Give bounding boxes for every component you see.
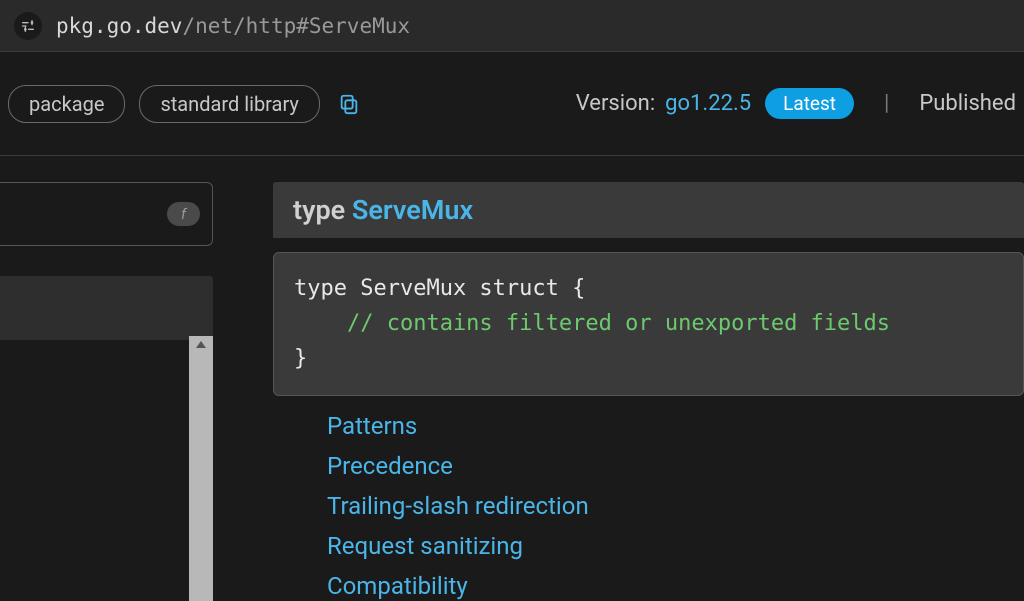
code-line: } bbox=[294, 341, 1003, 376]
sidebar-filter-box[interactable]: f bbox=[0, 182, 213, 246]
type-name[interactable]: ServeMux bbox=[352, 194, 473, 226]
version-value[interactable]: go1.22.5 bbox=[665, 91, 751, 116]
type-keyword: type bbox=[293, 194, 345, 226]
header-row: package standard library Version: go1.22… bbox=[0, 52, 1024, 156]
url-path: /net/http#ServeMux bbox=[182, 14, 410, 38]
sidebar-scrollbar[interactable] bbox=[189, 336, 213, 601]
latest-pill[interactable]: Latest bbox=[765, 88, 854, 119]
scrollbar-up-arrow[interactable] bbox=[196, 341, 206, 348]
badge-package[interactable]: package bbox=[8, 85, 125, 123]
section-link[interactable]: Request sanitizing bbox=[327, 532, 1024, 560]
header-divider: | bbox=[884, 91, 889, 116]
code-block: type ServeMux struct { // contains filte… bbox=[273, 252, 1024, 396]
version-label: Version: bbox=[576, 91, 655, 116]
section-link[interactable]: Patterns bbox=[327, 412, 1024, 440]
content-area: f type ServeMux type ServeMux struct { /… bbox=[0, 156, 1024, 601]
sidebar: f bbox=[0, 156, 213, 601]
section-link[interactable]: Precedence bbox=[327, 452, 1024, 480]
site-settings-icon[interactable] bbox=[14, 12, 42, 40]
copy-icon[interactable] bbox=[338, 93, 360, 115]
section-link[interactable]: Compatibility bbox=[327, 572, 1024, 600]
code-line: type ServeMux struct { bbox=[294, 271, 1003, 306]
published-label: Published bbox=[919, 91, 1016, 116]
badge-stdlib[interactable]: standard library bbox=[139, 85, 319, 123]
filter-shortcut-pill: f bbox=[167, 202, 200, 226]
sidebar-selected-band[interactable] bbox=[0, 276, 213, 340]
url-host: pkg.go.dev bbox=[56, 14, 182, 38]
main-content: type ServeMux type ServeMux struct { // … bbox=[213, 156, 1024, 601]
url-text[interactable]: pkg.go.dev/net/http#ServeMux bbox=[56, 14, 410, 38]
address-bar: pkg.go.dev/net/http#ServeMux bbox=[0, 0, 1024, 52]
type-header: type ServeMux bbox=[273, 182, 1024, 238]
code-comment: // contains filtered or unexported field… bbox=[294, 306, 1003, 341]
section-links-list: Patterns Precedence Trailing-slash redir… bbox=[273, 412, 1024, 600]
section-link[interactable]: Trailing-slash redirection bbox=[327, 492, 1024, 520]
version-block: Version: go1.22.5 Latest | Published bbox=[576, 88, 1016, 119]
